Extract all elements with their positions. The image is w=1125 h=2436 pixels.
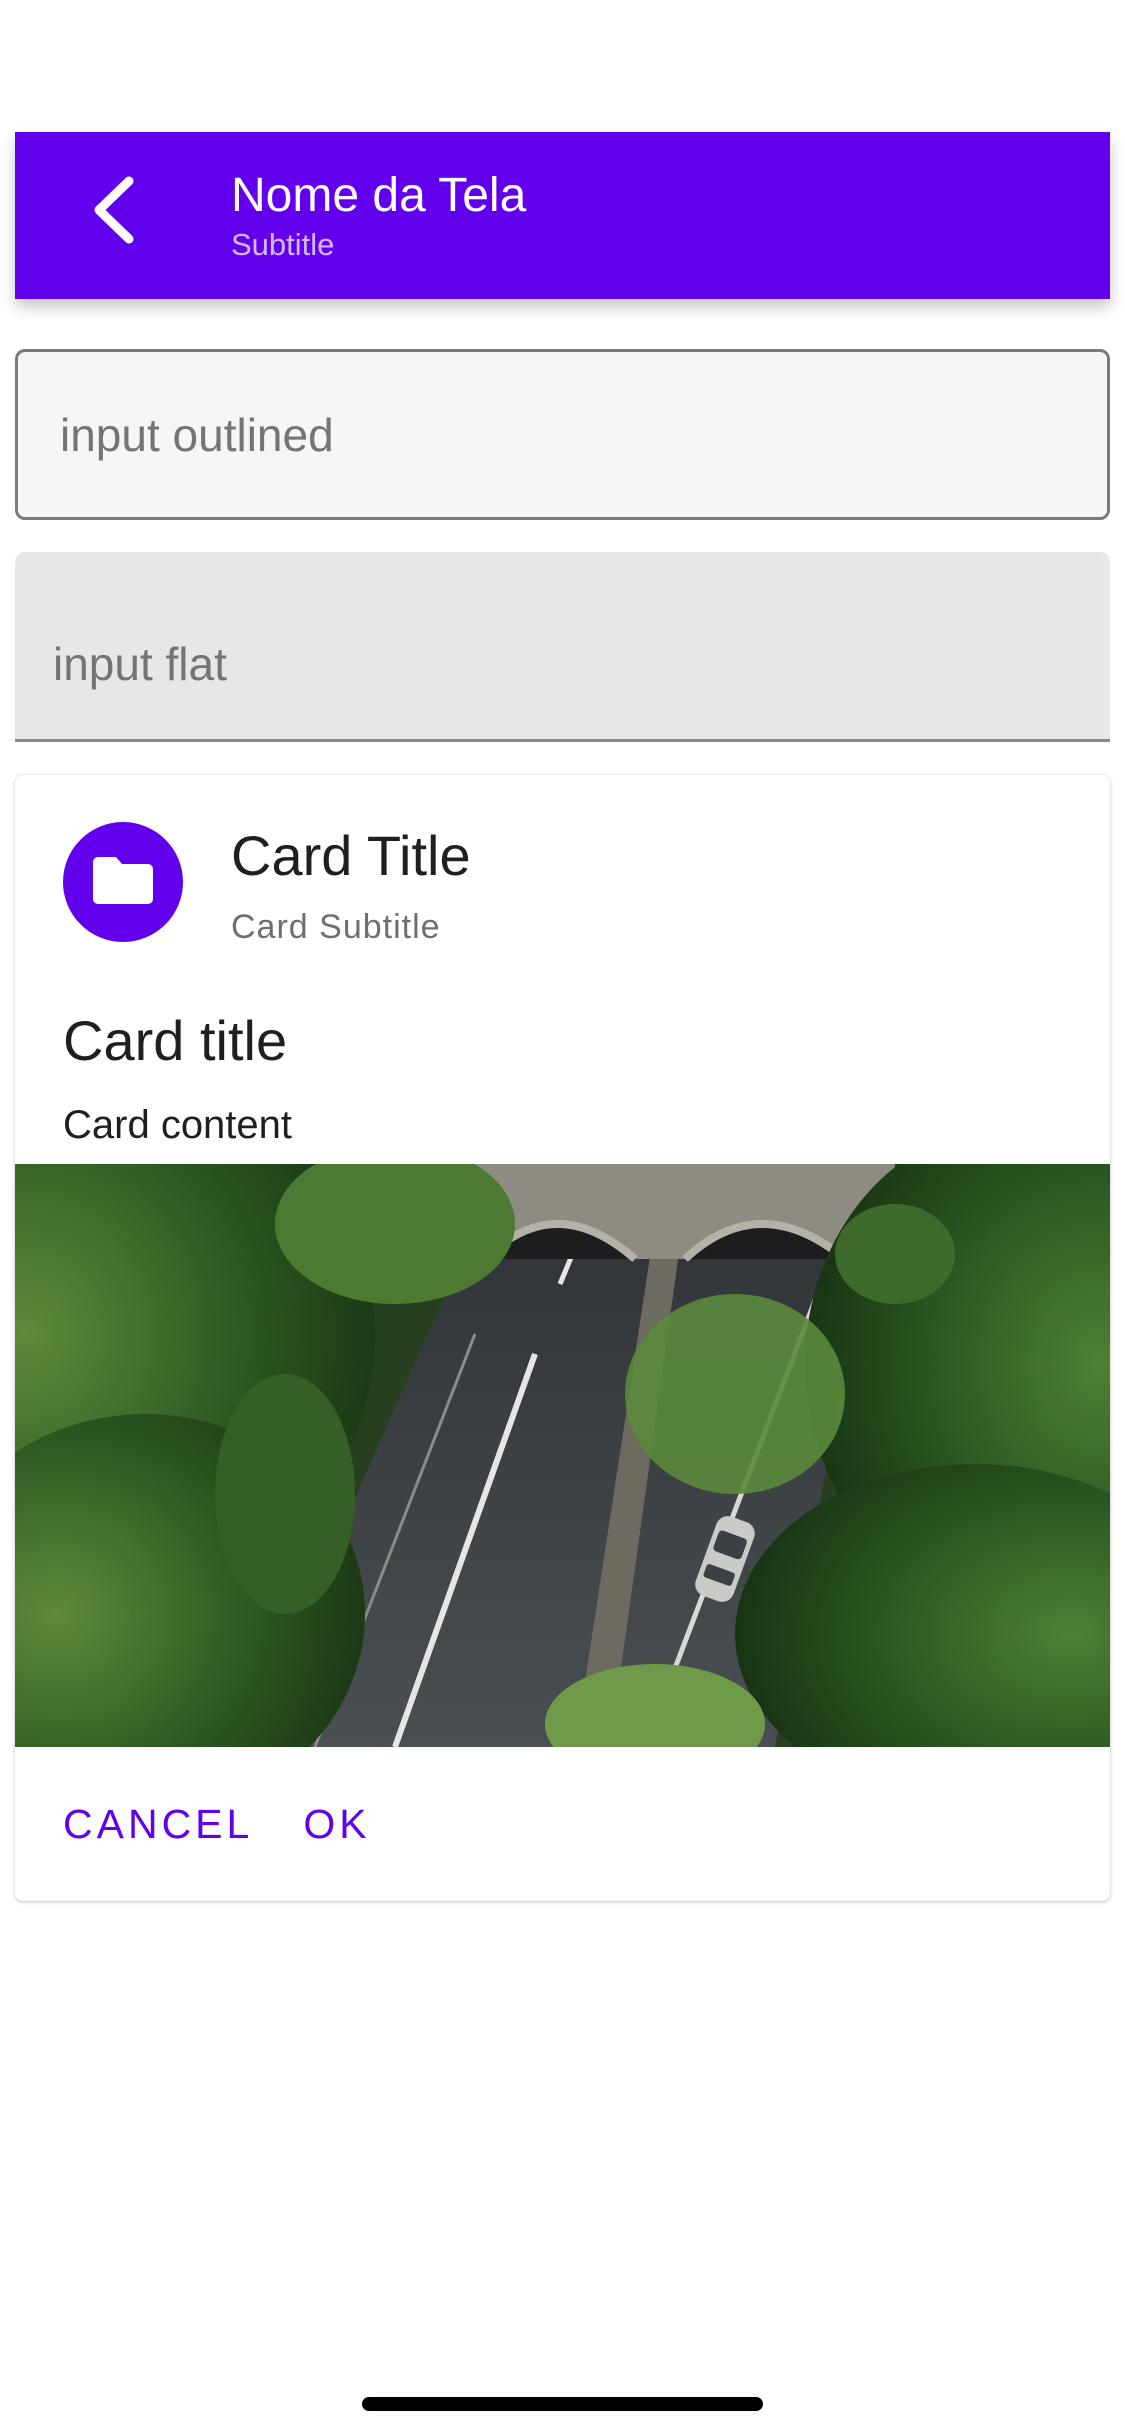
card: Card Title Card Subtitle Card title Card… bbox=[15, 775, 1110, 1901]
cancel-button[interactable]: CANCEL bbox=[47, 1785, 269, 1864]
card-cover-image bbox=[15, 1164, 1110, 1747]
card-title: Card title bbox=[63, 1009, 288, 1072]
card-header-title: Card Title bbox=[231, 824, 471, 887]
flat-input-container bbox=[15, 552, 1110, 742]
app-bar: Nome da Tela Subtitle bbox=[15, 132, 1110, 299]
back-button[interactable] bbox=[65, 162, 165, 262]
screen: Nome da Tela Subtitle Card Title Card Su… bbox=[0, 0, 1125, 2436]
flat-input[interactable] bbox=[51, 635, 1110, 692]
chevron-left-icon bbox=[89, 175, 141, 250]
card-actions: CANCEL OK bbox=[15, 1747, 1110, 1901]
page-title: Nome da Tela bbox=[231, 169, 527, 222]
page-subtitle: Subtitle bbox=[231, 227, 335, 262]
card-header-subtitle: Card Subtitle bbox=[231, 908, 441, 946]
ok-button[interactable]: OK bbox=[287, 1785, 386, 1864]
card-content: Card content bbox=[63, 1103, 293, 1147]
card-avatar bbox=[63, 822, 183, 942]
folder-icon bbox=[92, 855, 154, 910]
home-indicator[interactable] bbox=[362, 2397, 763, 2411]
outlined-input-container bbox=[15, 349, 1110, 520]
outlined-input[interactable] bbox=[58, 406, 1107, 463]
